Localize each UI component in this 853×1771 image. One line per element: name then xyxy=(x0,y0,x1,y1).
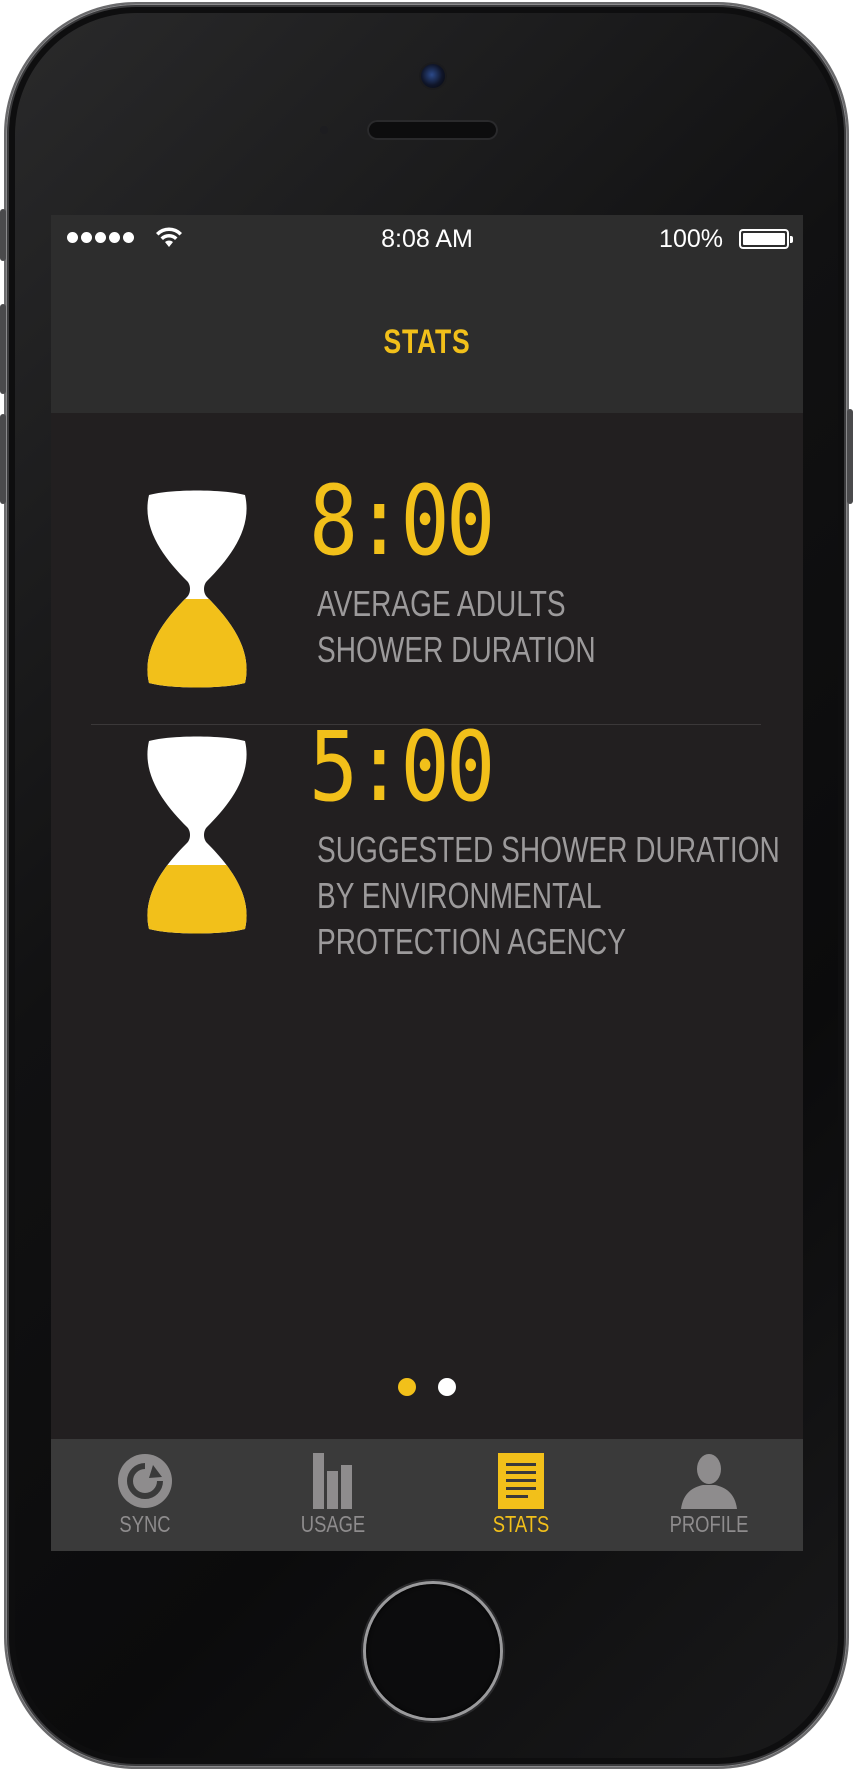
user-icon xyxy=(681,1454,737,1509)
document-icon xyxy=(498,1453,544,1509)
stat-average-adult: 8:00 AVERAGE ADULTS SHOWER DURATION xyxy=(51,473,803,689)
stat-description: AVERAGE ADULTS SHOWER DURATION xyxy=(317,581,691,673)
volume-up-button xyxy=(0,304,6,394)
volume-down-button xyxy=(0,414,6,504)
page-title: STATS xyxy=(383,323,471,361)
stat-description-line: BY ENVIRONMENTAL xyxy=(317,875,602,916)
bar-chart-icon xyxy=(313,1453,352,1509)
tab-usage[interactable]: USAGE xyxy=(239,1439,427,1551)
tab-profile[interactable]: PROFILE xyxy=(615,1439,803,1551)
battery-icon xyxy=(739,229,793,249)
home-button[interactable] xyxy=(366,1584,500,1718)
stat-value: 5:00 xyxy=(309,711,495,823)
page-indicator[interactable] xyxy=(51,1378,803,1396)
app-screen: 8:08 AM 100% STATS 8:00 AVERAGE ADULTS S… xyxy=(51,215,803,1551)
status-bar: 8:08 AM 100% xyxy=(51,215,803,265)
hourglass-icon xyxy=(147,736,247,934)
hourglass-icon xyxy=(147,490,247,688)
stat-epa-suggested: 5:00 SUGGESTED SHOWER DURATION BY ENVIRO… xyxy=(51,719,803,985)
proximity-sensor xyxy=(320,126,328,134)
tab-label: USAGE xyxy=(300,1511,366,1537)
tab-label: PROFILE xyxy=(669,1511,749,1537)
power-button xyxy=(847,409,853,504)
stat-description-line: AVERAGE ADULTS xyxy=(317,583,566,624)
tab-label: SYNC xyxy=(119,1511,171,1537)
battery-percentage: 100% xyxy=(659,225,723,253)
sync-icon xyxy=(118,1454,172,1508)
stat-description-line: SUGGESTED SHOWER DURATION xyxy=(317,829,780,870)
stat-description-line: PROTECTION AGENCY xyxy=(317,921,626,962)
page-dot[interactable] xyxy=(438,1378,456,1396)
tab-stats[interactable]: STATS xyxy=(427,1439,615,1551)
stat-value: 8:00 xyxy=(309,465,495,577)
stat-description-line: SHOWER DURATION xyxy=(317,629,596,670)
mute-switch xyxy=(0,209,6,261)
page-dot-active[interactable] xyxy=(398,1378,416,1396)
tab-bar: SYNC USAGE STATS PROFILE xyxy=(51,1439,803,1551)
tab-label: STATS xyxy=(492,1511,550,1537)
earpiece-speaker xyxy=(367,120,498,140)
tab-sync[interactable]: SYNC xyxy=(51,1439,239,1551)
stat-description: SUGGESTED SHOWER DURATION BY ENVIRONMENT… xyxy=(317,827,780,965)
front-camera xyxy=(421,64,445,88)
